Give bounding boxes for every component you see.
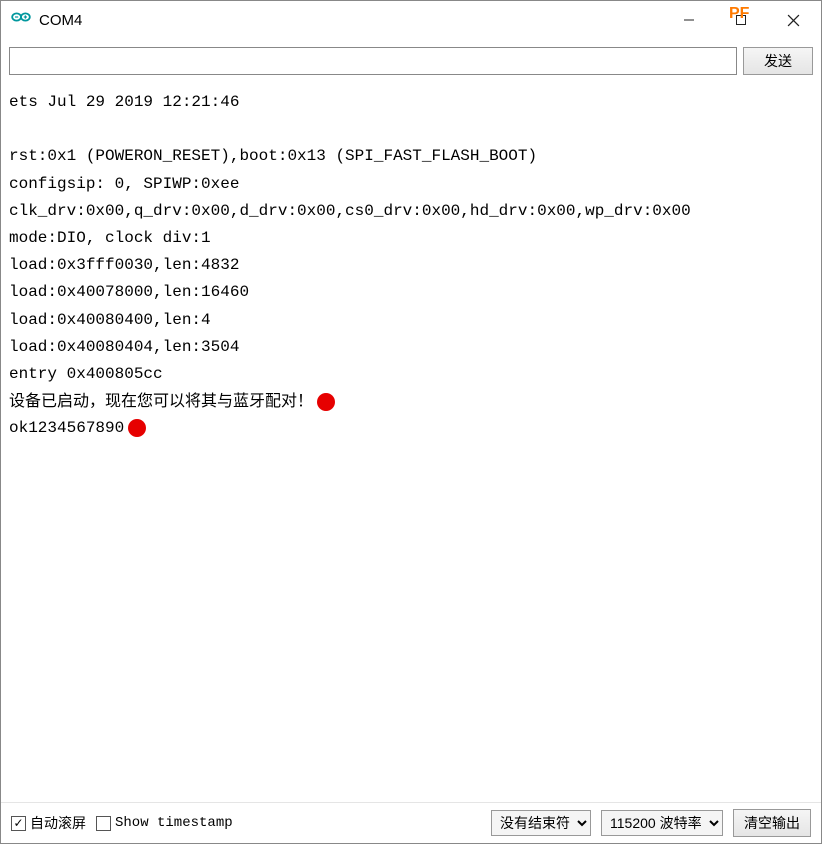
console-line-marked: ok1234567890 (9, 415, 813, 442)
console-line (9, 116, 813, 143)
console-line: load:0x3fff0030,len:4832 (9, 252, 813, 279)
timestamp-label: Show timestamp (115, 815, 233, 831)
console-line: clk_drv:0x00,q_drv:0x00,d_drv:0x00,cs0_d… (9, 198, 813, 225)
maximize-button[interactable]: PF (715, 1, 767, 39)
console-line-marked: 设备已启动，现在您可以将其与蓝牙配对！ (9, 388, 813, 415)
console-line: configsip: 0, SPIWP:0xee (9, 171, 813, 198)
console-line: entry 0x400805cc (9, 361, 813, 388)
serial-monitor-window: COM4 PF 发送 ets Jul 29 2019 12:21:46 rst:… (0, 0, 822, 844)
clear-output-button[interactable]: 清空输出 (733, 809, 811, 837)
console-line: load:0x40080404,len:3504 (9, 334, 813, 361)
console-line: ets Jul 29 2019 12:21:46 (9, 89, 813, 116)
line-ending-select[interactable]: 没有结束符 (491, 810, 591, 836)
console-output[interactable]: ets Jul 29 2019 12:21:46 rst:0x1 (POWERO… (1, 83, 821, 802)
red-dot-icon (317, 393, 335, 411)
console-line: rst:0x1 (POWERON_RESET),boot:0x13 (SPI_F… (9, 143, 813, 170)
send-button[interactable]: 发送 (743, 47, 813, 75)
timestamp-checkbox[interactable]: Show timestamp (96, 815, 233, 831)
window-title: COM4 (39, 12, 663, 29)
console-line: mode:DIO, clock div:1 (9, 225, 813, 252)
window-controls: PF (663, 1, 819, 39)
minimize-button[interactable] (663, 1, 715, 39)
serial-input[interactable] (9, 47, 737, 75)
bottombar: ✓ 自动滚屏 Show timestamp 没有结束符 115200 波特率 清… (1, 802, 821, 843)
arduino-icon (11, 10, 31, 30)
toolbar: 发送 (1, 39, 821, 83)
console-line: load:0x40078000,len:16460 (9, 279, 813, 306)
console-line: load:0x40080400,len:4 (9, 307, 813, 334)
autoscroll-checkbox[interactable]: ✓ 自动滚屏 (11, 813, 86, 833)
close-button[interactable] (767, 1, 819, 39)
autoscroll-label: 自动滚屏 (30, 813, 86, 833)
baud-rate-select[interactable]: 115200 波特率 (601, 810, 723, 836)
titlebar: COM4 PF (1, 1, 821, 39)
red-dot-icon (128, 419, 146, 437)
